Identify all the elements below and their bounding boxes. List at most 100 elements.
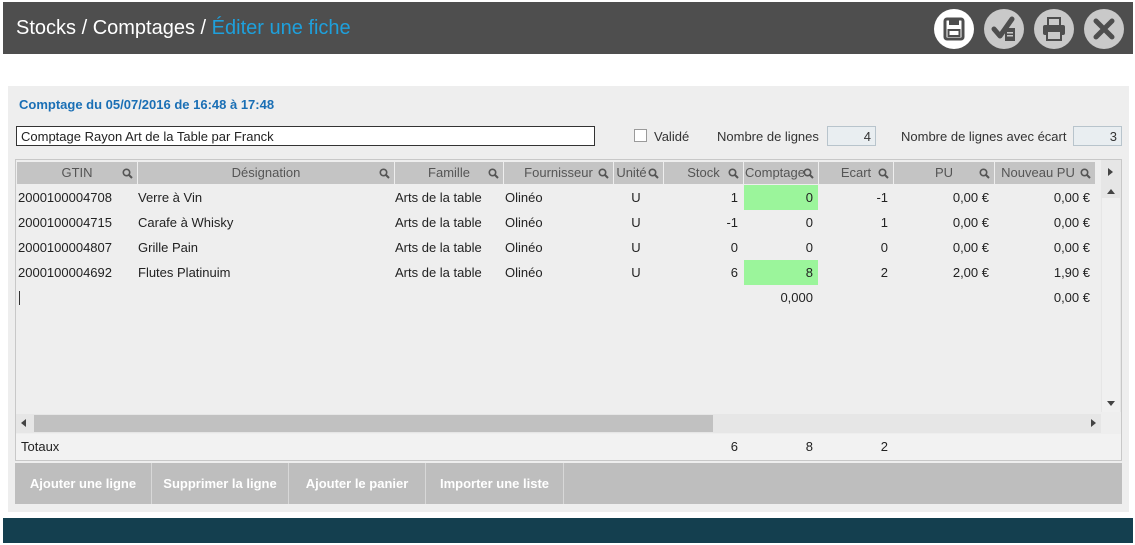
close-icon [1093, 18, 1115, 40]
search-icon[interactable] [803, 168, 814, 179]
cell-gtin[interactable]: 2000100004715 [16, 210, 136, 235]
validated-checkbox[interactable] [634, 129, 647, 142]
cell-designation[interactable]: Carafe à Whisky [136, 210, 392, 235]
cell-famille[interactable]: Arts de la table [393, 235, 501, 260]
column-header-gtin[interactable]: GTIN [17, 162, 137, 184]
lines-count-value: 4 [827, 126, 876, 146]
column-header-pu[interactable]: PU [894, 162, 994, 184]
cell-stock[interactable]: 1 [664, 185, 743, 210]
cell-pu[interactable]: 0,00 € [894, 235, 994, 260]
cell-designation[interactable]: Flutes Platinuim [136, 260, 392, 285]
add-line-button[interactable]: Ajouter une ligne [15, 463, 152, 504]
cell-pu[interactable]: 2,00 € [894, 260, 994, 285]
save-button[interactable] [934, 9, 974, 49]
cell-ecart[interactable]: 1 [819, 210, 893, 235]
table-row[interactable]: 2000100004692 Flutes Platinuim Arts de l… [16, 260, 1101, 285]
cell-famille[interactable]: Arts de la table [393, 260, 501, 285]
search-icon[interactable] [979, 168, 990, 179]
cell-stock[interactable]: 0 [664, 235, 743, 260]
lines-gap-label: Nombre de lignes avec écart [901, 129, 1067, 144]
scroll-left-arrow-icon[interactable] [21, 419, 26, 427]
cell-nouveau-pu[interactable]: 0,00 € [995, 285, 1095, 310]
breadcrumb-stocks[interactable]: Stocks [16, 17, 76, 39]
column-header-comptage[interactable]: Comptage [744, 162, 818, 184]
cell-comptage[interactable]: 8 [744, 260, 818, 285]
cell-nouveau-pu[interactable]: 0,00 € [995, 185, 1095, 210]
title-bar: Stocks / Comptages / Éditer une fiche [3, 2, 1133, 54]
cell-stock[interactable]: 6 [664, 260, 743, 285]
column-header-ecart[interactable]: Ecart [819, 162, 893, 184]
column-header-unite[interactable]: Unité [614, 162, 663, 184]
cell-ecart[interactable]: 0 [819, 235, 893, 260]
scroll-down-arrow-icon[interactable] [1107, 401, 1115, 406]
breadcrumb-separator: / [76, 17, 93, 39]
cell-nouveau-pu[interactable]: 0,00 € [995, 210, 1095, 235]
table-row[interactable]: 2000100004807 Grille Pain Arts de la tab… [16, 235, 1101, 260]
delete-line-button[interactable]: Supprimer la ligne [152, 463, 289, 504]
vertical-scrollbar-thumb[interactable] [1102, 198, 1120, 412]
cell-ecart[interactable]: -1 [819, 185, 893, 210]
cell-gtin[interactable]: 2000100004807 [16, 235, 136, 260]
scroll-right-arrow-icon[interactable] [1091, 419, 1096, 427]
cell-nouveau-pu[interactable]: 0,00 € [995, 235, 1095, 260]
text-cursor [19, 291, 20, 305]
column-header-nouveau-pu[interactable]: Nouveau PU [995, 162, 1095, 184]
cell-famille[interactable]: Arts de la table [393, 185, 501, 210]
action-bar: Ajouter une ligne Supprimer la ligne Ajo… [15, 463, 1122, 504]
add-cart-button[interactable]: Ajouter le panier [289, 463, 426, 504]
cell-nouveau-pu[interactable]: 1,90 € [995, 260, 1095, 285]
cell-unite[interactable]: U [614, 210, 658, 235]
table-row[interactable]: 2000100004715 Carafe à Whisky Arts de la… [16, 210, 1101, 235]
cell-ecart[interactable]: 2 [819, 260, 893, 285]
search-icon[interactable] [728, 168, 739, 179]
validate-button[interactable] [984, 9, 1024, 49]
footer-bar [3, 518, 1133, 543]
breadcrumb-current-page: Éditer une fiche [211, 17, 351, 39]
cell-fournisseur[interactable]: Olinéo [503, 235, 611, 260]
search-icon[interactable] [598, 168, 609, 179]
column-header-stock[interactable]: Stock [664, 162, 743, 184]
cell-unite[interactable]: U [614, 235, 658, 260]
count-name-input[interactable] [16, 126, 595, 146]
cell-gtin[interactable]: 2000100004692 [16, 260, 136, 285]
cell-fournisseur[interactable]: Olinéo [503, 185, 611, 210]
cell-pu[interactable]: 0,00 € [894, 185, 994, 210]
table-new-row[interactable]: 0,000 0,00 € [16, 285, 1101, 310]
search-icon[interactable] [488, 168, 499, 179]
import-list-button[interactable]: Importer une liste [426, 463, 564, 504]
cell-fournisseur[interactable]: Olinéo [503, 210, 611, 235]
cell-comptage[interactable]: 0 [744, 185, 818, 210]
cell-designation[interactable]: Verre à Vin [136, 185, 392, 210]
lines-count-label: Nombre de lignes [717, 129, 819, 144]
cell-unite[interactable]: U [614, 185, 658, 210]
table-header: GTIN Désignation Famille Fournisseur Uni… [16, 160, 1101, 185]
column-header-designation[interactable]: Désignation [138, 162, 394, 184]
search-icon[interactable] [1080, 168, 1091, 179]
close-button[interactable] [1084, 9, 1124, 49]
totals-label: Totaux [21, 439, 60, 454]
breadcrumb-comptages[interactable]: Comptages [93, 17, 195, 39]
scroll-up-arrow-icon[interactable] [1107, 189, 1115, 194]
cell-fournisseur[interactable]: Olinéo [503, 260, 611, 285]
cell-comptage[interactable]: 0 [744, 235, 818, 260]
cell-unite[interactable]: U [614, 260, 658, 285]
search-icon[interactable] [379, 168, 390, 179]
lines-gap-value: 3 [1073, 126, 1122, 146]
count-heading: Comptage du 05/07/2016 de 16:48 à 17:48 [19, 97, 275, 112]
search-icon[interactable] [648, 168, 659, 179]
cell-famille[interactable]: Arts de la table [393, 210, 501, 235]
cell-pu[interactable]: 0,00 € [894, 210, 994, 235]
cell-stock[interactable]: -1 [664, 210, 743, 235]
print-button[interactable] [1034, 9, 1074, 49]
cell-gtin[interactable]: 2000100004708 [16, 185, 136, 210]
column-header-famille[interactable]: Famille [395, 162, 503, 184]
cell-comptage[interactable]: 0 [744, 210, 818, 235]
scroll-right-arrow-icon[interactable] [1108, 168, 1113, 176]
table-row[interactable]: 2000100004708 Verre à Vin Arts de la tab… [16, 185, 1101, 210]
cell-designation[interactable]: Grille Pain [136, 235, 392, 260]
search-icon[interactable] [878, 168, 889, 179]
column-header-fournisseur[interactable]: Fournisseur [504, 162, 613, 184]
horizontal-scrollbar-thumb[interactable] [34, 415, 713, 432]
search-icon[interactable] [122, 168, 133, 179]
cell-comptage[interactable]: 0,000 [744, 285, 818, 310]
